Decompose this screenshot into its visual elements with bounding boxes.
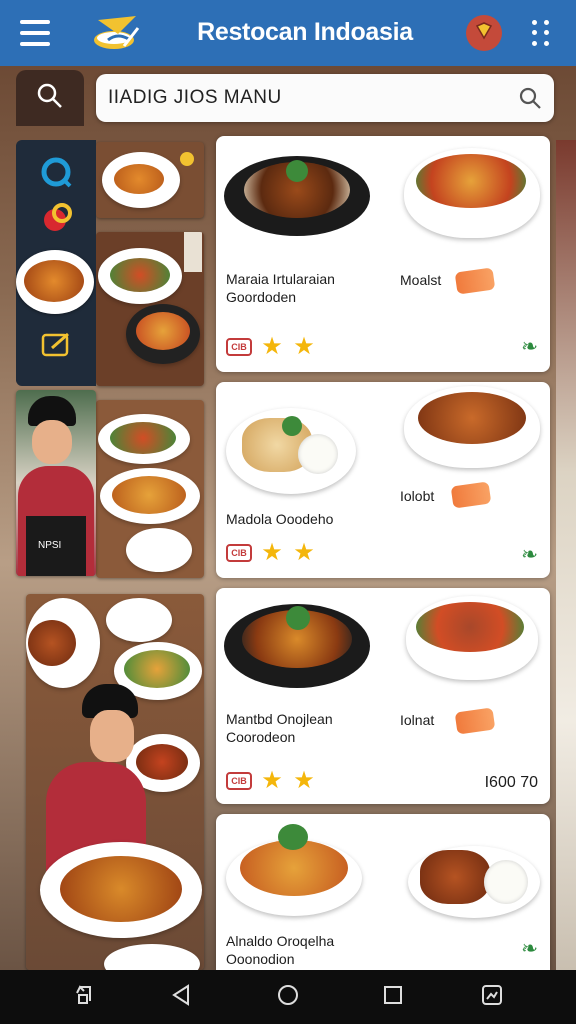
search-icon — [35, 81, 65, 116]
dish-name: Alnaldo Oroqelha Ooonodion — [226, 933, 335, 967]
side-dish-name: Moalst — [400, 272, 442, 288]
star-icon: ★ — [293, 767, 315, 794]
dish-image — [406, 820, 542, 918]
more-options-icon[interactable] — [532, 20, 550, 46]
screenshot-icon — [480, 983, 504, 1012]
recents-square-icon — [382, 984, 404, 1011]
menu-card[interactable]: Mantbd Onojlean Coorodeon Iolnat CIB ★ ★… — [216, 588, 550, 804]
screenshot-button[interactable] — [477, 982, 507, 1012]
home-circle-icon — [276, 983, 300, 1012]
recents-button[interactable] — [378, 982, 408, 1012]
food-photo[interactable] — [96, 142, 204, 218]
dish-image — [224, 146, 370, 242]
side-dish-name: Iolnat — [400, 712, 435, 728]
dish-name: Madola Ooodeho — [226, 511, 334, 527]
dish-image — [402, 386, 542, 472]
back-triangle-icon — [170, 983, 192, 1012]
favorites-button[interactable] — [466, 15, 502, 51]
search-tab-button[interactable] — [16, 70, 84, 126]
salmon-icon — [450, 481, 492, 509]
rotate-screen-button[interactable] — [70, 982, 100, 1012]
app-bar: Restocan Indoasia — [0, 0, 576, 66]
restaurant-photo[interactable] — [26, 594, 204, 970]
tool-edit[interactable] — [36, 326, 78, 368]
category-badge: CIB — [226, 544, 252, 562]
chef-apron-label: NPSI — [38, 540, 62, 551]
home-button[interactable] — [273, 982, 303, 1012]
food-photo[interactable] — [16, 250, 94, 314]
menu-card[interactable]: Madola Ooodeho Iolobt CIB ★ ★ ❧ — [216, 382, 550, 578]
category-badge: CIB — [226, 772, 252, 790]
location-pin-icon — [40, 200, 74, 239]
hamburger-menu-icon[interactable] — [20, 20, 50, 46]
restaurant-logo — [88, 10, 144, 56]
salmon-icon — [454, 267, 496, 295]
dish-image — [404, 592, 540, 682]
shield-icon — [474, 21, 494, 46]
app-title: Restocan Indoasia — [197, 18, 413, 46]
back-button[interactable] — [166, 982, 196, 1012]
star-icon: ★ — [261, 333, 283, 360]
search-icon — [40, 156, 74, 195]
dish-image — [224, 820, 364, 918]
leaf-icon: ❧ — [521, 544, 538, 566]
price-label: I600 70 — [484, 774, 538, 791]
salmon-icon — [454, 707, 496, 735]
background-wall — [556, 140, 576, 970]
tool-search[interactable] — [36, 154, 78, 196]
star-icon: ★ — [293, 333, 315, 360]
star-icon: ★ — [261, 539, 283, 566]
star-icon: ★ — [293, 539, 315, 566]
menu-card[interactable]: Maraia Irtularaian Goordoden Moalst CIB … — [216, 136, 550, 372]
dish-image — [402, 144, 542, 240]
dish-image — [226, 394, 356, 494]
menu-card[interactable]: Alnaldo Oroqelha Ooonodion ❧ — [216, 814, 550, 970]
dish-name: Mantbd Onojlean Coorodeon — [226, 711, 333, 745]
leaf-icon: ❧ — [521, 336, 538, 358]
food-photo[interactable] — [96, 400, 204, 578]
dish-name: Maraia Irtularaian Goordoden — [226, 271, 335, 305]
star-icon: ★ — [261, 767, 283, 794]
search-bar — [96, 74, 554, 122]
category-badge: CIB — [226, 338, 252, 356]
chef-photo[interactable]: NPSI — [16, 390, 96, 576]
tool-favorite[interactable] — [36, 198, 78, 240]
rotate-icon — [73, 983, 97, 1012]
search-icon[interactable] — [518, 86, 542, 115]
edit-icon — [40, 330, 74, 365]
food-photo[interactable] — [96, 232, 204, 386]
leaf-icon: ❧ — [521, 938, 538, 960]
system-navigation-bar — [0, 970, 576, 1024]
dish-image — [224, 596, 370, 692]
search-input[interactable] — [108, 82, 508, 114]
